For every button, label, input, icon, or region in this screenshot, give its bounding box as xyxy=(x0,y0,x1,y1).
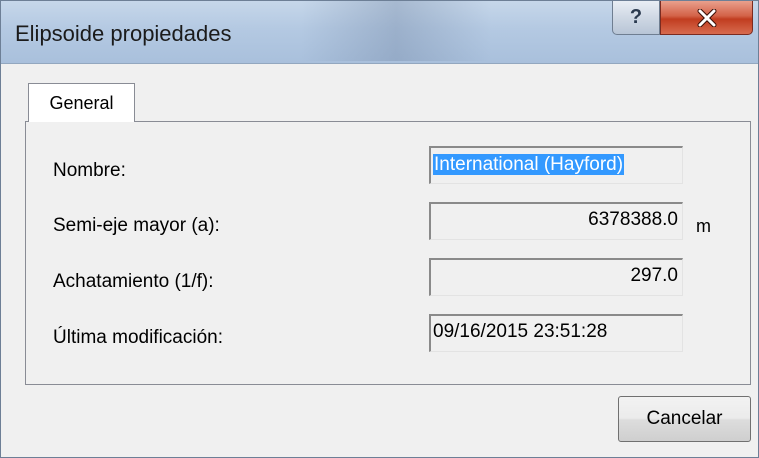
cancel-button[interactable]: Cancelar xyxy=(618,396,751,442)
ultima-modificacion-value: 09/16/2015 23:51:28 xyxy=(433,321,608,342)
achatamiento-value: 297.0 xyxy=(630,265,678,286)
nombre-field[interactable]: International (Hayford) xyxy=(429,146,683,184)
title-bar[interactable]: Elipsoide propiedades ? xyxy=(1,1,758,64)
title-bar-background-blur xyxy=(301,1,491,61)
semi-eje-value: 6378388.0 xyxy=(588,209,678,230)
semi-eje-label: Semi-eje mayor (a): xyxy=(53,215,220,236)
general-panel: Nombre: International (Hayford) Semi-eje… xyxy=(25,121,751,385)
window-title: Elipsoide propiedades xyxy=(15,21,232,46)
semi-eje-unit: m xyxy=(696,216,711,236)
achatamiento-field[interactable]: 297.0 xyxy=(429,258,683,296)
tab-general[interactable]: General xyxy=(28,83,135,122)
close-icon xyxy=(697,8,716,27)
achatamiento-label: Achatamiento (1/f): xyxy=(53,271,214,292)
nombre-value: International (Hayford) xyxy=(433,154,625,175)
tab-general-label: General xyxy=(49,92,114,113)
dialog-window: Elipsoide propiedades ? General Nombre: … xyxy=(0,0,759,458)
ultima-modificacion-label: Última modificación: xyxy=(53,327,223,348)
help-button[interactable]: ? xyxy=(612,1,660,35)
semi-eje-field[interactable]: 6378388.0 xyxy=(429,202,683,240)
help-icon: ? xyxy=(629,6,643,28)
ultima-modificacion-field[interactable]: 09/16/2015 23:51:28 xyxy=(429,314,683,352)
close-button[interactable] xyxy=(660,1,753,35)
nombre-label: Nombre: xyxy=(53,160,126,181)
